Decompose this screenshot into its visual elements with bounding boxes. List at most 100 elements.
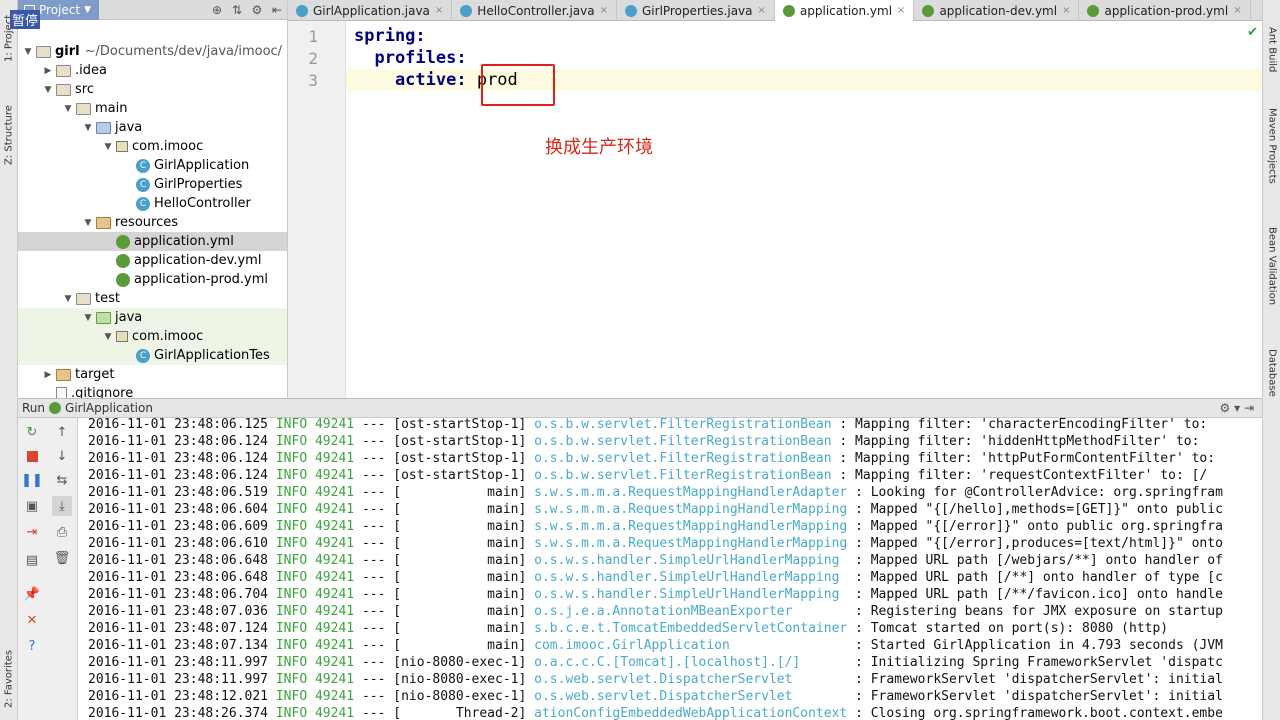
run-settings-gear-icon[interactable]: ⚙ ▾ ⇥ [1220,401,1254,415]
tree-item[interactable]: application-prod.yml [18,270,287,289]
log-level: INFO [275,638,308,653]
editor-tab[interactable]: application-dev.yml × [914,0,1080,21]
stop-icon[interactable] [22,446,42,466]
folder-icon [76,102,91,115]
code-line[interactable]: profiles: [354,47,466,69]
chevron-down-icon[interactable]: ▼ [82,218,94,228]
chevron-down-icon[interactable]: ▼ [82,313,94,323]
chevron-down-icon[interactable]: ▼ [62,294,74,304]
close-icon[interactable]: ✕ [22,610,42,630]
editor-tab[interactable]: application.yml × [774,0,915,21]
help-icon[interactable]: ? [22,636,42,656]
close-tab-icon[interactable]: × [1062,5,1070,16]
down-icon[interactable]: ↓ [52,446,72,466]
collapse-icon[interactable]: ⇅ [227,3,247,17]
editor-tab-label: application.yml [799,3,893,18]
tree-item[interactable]: application-dev.yml [18,251,287,270]
tree-item[interactable]: ▶ .idea [18,61,287,80]
tree-item[interactable]: C HelloController [18,194,287,213]
log-message: : Mapped URL path [/webjars/**] onto han… [847,553,1223,568]
editor-tab[interactable]: HelloController.java × [452,0,617,21]
file-icon [56,387,67,398]
log-thread: [ Thread-2] [393,706,527,720]
log-thread: [nio-8080-exec-1] [393,672,527,687]
console-output[interactable]: 2016-11-01 23:48:06.125 INFO 49241 --- [… [78,418,1262,720]
tree-item[interactable]: C GirlApplication [18,156,287,175]
dump-threads-icon[interactable]: ▣ [22,496,42,516]
trash-icon[interactable]: 🗑 [52,548,72,568]
sync-icon[interactable]: ⊕ [207,3,227,17]
close-tab-icon[interactable]: × [1233,5,1241,16]
close-tab-icon[interactable]: × [435,5,443,16]
tab-bean-validation[interactable]: Bean Validation [1263,214,1280,318]
source-folder-icon [96,121,111,134]
tree-item[interactable]: ▼ com.imooc [18,327,287,346]
run-config-name[interactable]: GirlApplication [65,401,153,415]
code-line[interactable]: spring: [354,25,426,47]
tab-favorites-tool[interactable]: 2: Favorites [0,640,18,718]
chevron-down-icon[interactable]: ▼ [62,104,74,114]
tree-item[interactable]: ▼ girl ~/Documents/dev/java/imooc/ [18,42,287,61]
tree-item[interactable]: ▼ java [18,118,287,137]
close-tab-icon[interactable]: × [897,5,905,16]
gear-icon[interactable]: ⚙ [247,3,267,17]
tab-ant-build[interactable]: Ant Build [1263,20,1280,80]
tree-item[interactable]: .gitignore [18,384,287,398]
project-panel-header: Project ▼ ⊕ ⇅ ⚙ ⇤ [18,0,287,20]
editor-tab[interactable]: application-prod.yml × [1079,0,1251,21]
log-message: : Mapped URL path [/**] onto handler of … [847,570,1223,585]
chevron-down-icon[interactable]: ▼ [102,142,114,152]
layout-icon[interactable]: ▤ [22,550,42,570]
log-logger: s.w.s.m.m.a.RequestMappingHandlerAdapter [534,485,848,500]
tab-maven-projects[interactable]: Maven Projects [1263,96,1280,196]
tree-item-label: resources [115,215,179,230]
pin-icon[interactable]: 📌 [22,584,42,604]
class-icon [296,4,308,17]
tree-item[interactable]: ▼ com.imooc [18,137,287,156]
log-level: INFO [275,519,308,534]
tree-item[interactable]: ▼ main [18,99,287,118]
scroll-to-end-icon[interactable]: ⤓ [52,496,72,516]
close-tab-icon[interactable]: × [758,5,766,16]
log-logger: o.a.c.c.C.[Tomcat].[localhost].[/] [534,655,801,670]
log-level: INFO [275,689,308,704]
log-line: 2016-11-01 23:48:06.124 INFO 49241 --- [… [88,467,1207,484]
tab-database[interactable]: Database [1263,340,1280,406]
check-icon: ✔ [1247,25,1258,40]
tree-item[interactable]: ▶ target [18,365,287,384]
tab-favorites-label: 2: Favorites [3,649,15,709]
log-separator: --- [361,418,386,432]
tab-structure-tool[interactable]: Z: Structure [0,90,18,180]
editor-tab[interactable]: GirlApplication.java × [288,0,453,21]
log-line: 2016-11-01 23:48:07.134 INFO 49241 --- [… [88,637,1223,654]
chevron-right-icon[interactable]: ▶ [42,370,54,380]
chevron-down-icon[interactable]: ▼ [42,85,54,95]
chevron-down-icon[interactable]: ▼ [102,332,114,342]
up-icon[interactable]: ↑ [52,422,72,442]
resource-folder-icon [96,216,111,229]
pause-icon[interactable]: ❚❚ [21,470,43,490]
close-tab-icon[interactable]: × [600,5,608,16]
print-icon[interactable]: ⎙ [52,522,72,542]
chevron-down-icon[interactable]: ▼ [22,47,34,57]
tree-item-label: girl [55,44,80,59]
tree-item-label: application-prod.yml [134,272,269,287]
log-separator: --- [361,519,386,534]
chevron-right-icon[interactable]: ▶ [42,66,54,76]
log-logger: o.s.web.servlet.DispatcherServlet [534,689,793,704]
tree-item[interactable]: application.yml [18,232,287,251]
editor-tab[interactable]: GirlProperties.java × [617,0,775,21]
tree-item[interactable]: ▼ src [18,80,287,99]
chevron-down-icon[interactable]: ▼ [82,123,94,133]
rerun-icon[interactable]: ↻ [22,422,42,442]
tree-item[interactable]: ▼ resources [18,213,287,232]
tree-item-path: ~/Documents/dev/java/imooc/ [84,44,283,59]
hide-icon[interactable]: ⇤ [267,3,287,17]
tree-item[interactable]: ▼ java [18,308,287,327]
tree-item[interactable]: C GirlApplicationTes [18,346,287,365]
exit-icon[interactable]: ⇥ [22,522,42,542]
wrap-icon[interactable]: ⇆ [52,470,72,490]
tree-item[interactable]: ▼ test [18,289,287,308]
code-editor[interactable]: 123 spring: profiles: active: prod 换成生产环… [288,21,1262,398]
tree-item[interactable]: C GirlProperties [18,175,287,194]
